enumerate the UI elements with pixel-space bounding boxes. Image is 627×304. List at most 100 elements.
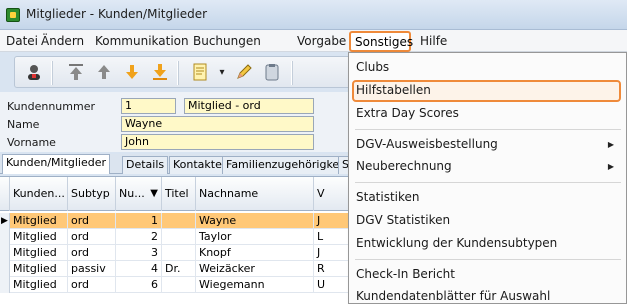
tab-familienzugehoerigkeit[interactable]: Familienzugehörigkeit [222, 156, 351, 174]
column-nummer-label: Nu... [119, 187, 145, 200]
row-selector [0, 277, 10, 293]
cell-vorname: J [314, 245, 350, 261]
cell-subtyp: ord [68, 213, 116, 229]
menu-item-extra-day-scores[interactable]: Extra Day Scores [349, 103, 626, 124]
cell-kundentyp: Mitglied [10, 213, 68, 229]
menu-item-kundendatenblaetter[interactable]: Kundendatenblätter für Auswahl [349, 286, 626, 304]
column-subtyp[interactable]: Subtyp [68, 177, 116, 211]
row-selector [0, 261, 10, 277]
menu-separator [355, 129, 621, 130]
menu-separator [355, 182, 621, 183]
chevron-down-icon[interactable]: ▾ [211, 62, 233, 84]
menu-sonstiges-label: Sonstiges [355, 35, 414, 49]
menu-item-check-in-bericht[interactable]: Check-In Bericht [349, 264, 626, 285]
menu-sonstiges[interactable]: Sonstiges [349, 31, 414, 52]
tab-bar: Kunden/Mitglieder Details Kontakte Famil… [0, 154, 355, 174]
row-header-corner [0, 177, 10, 211]
cell-nummer: 6 [116, 277, 162, 293]
cell-vorname: R [314, 261, 350, 277]
tab-kunden-mitglieder[interactable]: Kunden/Mitglieder [2, 154, 111, 174]
cell-nummer: 4 [116, 261, 162, 277]
menu-item-label: Extra Day Scores [356, 106, 459, 120]
menu-hilfe[interactable]: Hilfe [420, 34, 447, 48]
clipboard-icon[interactable] [261, 62, 283, 84]
cell-kundentyp: Mitglied [10, 245, 68, 261]
column-titel[interactable]: Titel [162, 177, 196, 211]
edit-pencil-icon[interactable] [233, 62, 255, 84]
menu-item-label: DGV Statistiken [356, 213, 451, 227]
cell-nachname: Taylor [196, 229, 314, 245]
move-first-icon[interactable] [65, 62, 87, 84]
tab-kontakte[interactable]: Kontakte [169, 156, 226, 174]
cell-kundentyp: Mitglied [10, 261, 68, 277]
cell-vorname: J [314, 213, 350, 229]
menu-kommunikation[interactable]: Kommunikation [95, 34, 189, 48]
cell-titel [162, 245, 196, 261]
menu-item-dgv-statistiken[interactable]: DGV Statistiken [349, 210, 626, 231]
cell-nummer: 1 [116, 213, 162, 229]
table-row[interactable]: Mitglied ord 3 Knopf J [0, 245, 350, 261]
menu-item-label: Statistiken [356, 190, 420, 204]
column-nachname[interactable]: Nachname [196, 177, 314, 211]
menu-bar: Datei Ändern Kommunikation Buchungen Vor… [0, 30, 627, 52]
members-table: Kunden... Subtyp Nu... ▼ Titel Nachname … [0, 176, 350, 304]
menu-vorgabe[interactable]: Vorgabe [297, 34, 346, 48]
cell-nachname: Weizäcker [196, 261, 314, 277]
table-row[interactable]: Mitglied passiv 4 Dr. Weizäcker R [0, 261, 350, 277]
menu-item-neuberechnung[interactable]: Neuberechnung ▶ [349, 156, 626, 177]
sort-descending-icon: ▼ [150, 188, 158, 199]
vorname-field[interactable]: John [121, 134, 314, 150]
table-row[interactable]: ▶ Mitglied ord 1 Wayne J [0, 213, 350, 229]
name-field[interactable]: Wayne [121, 116, 314, 132]
move-down-icon[interactable] [121, 62, 143, 84]
tab-details[interactable]: Details [122, 156, 169, 174]
menu-buchungen[interactable]: Buchungen [193, 34, 261, 48]
member-icon[interactable] [23, 62, 45, 84]
table-row[interactable]: Mitglied ord 6 Wiegemann U [0, 277, 350, 293]
table-header: Kunden... Subtyp Nu... ▼ Titel Nachname … [0, 177, 350, 211]
member-type-field[interactable]: Mitglied - ord [184, 98, 314, 114]
title-bar: Mitglieder - Kunden/Mitglieder [0, 0, 627, 30]
cell-subtyp: ord [68, 277, 116, 293]
column-nummer[interactable]: Nu... ▼ [116, 177, 162, 211]
document-icon[interactable] [189, 62, 211, 84]
cell-nummer: 3 [116, 245, 162, 261]
submenu-arrow-icon: ▶ [607, 162, 614, 171]
kundennummer-field[interactable]: 1 [121, 98, 176, 114]
menu-item-label: DGV-Ausweisbestellung [356, 137, 498, 151]
table-row[interactable]: Mitglied ord 2 Taylor L [0, 229, 350, 245]
menu-item-label: Check-In Bericht [356, 267, 455, 281]
cell-vorname: U [314, 277, 350, 293]
cell-titel: Dr. [162, 261, 196, 277]
menu-datei[interactable]: Datei [6, 34, 38, 48]
cell-kundentyp: Mitglied [10, 229, 68, 245]
cell-titel [162, 229, 196, 245]
cell-nachname: Wiegemann [196, 277, 314, 293]
row-selector [0, 229, 10, 245]
app-window: Mitglieder - Kunden/Mitglieder Datei Änd… [0, 0, 627, 304]
move-up-icon[interactable] [93, 62, 115, 84]
vorname-label: Vorname [7, 136, 56, 149]
cell-nummer: 2 [116, 229, 162, 245]
menu-item-entwicklung-kundensubtypen[interactable]: Entwicklung der Kundensubtypen [349, 233, 626, 254]
menu-item-clubs[interactable]: Clubs [349, 57, 626, 78]
cell-subtyp: ord [68, 229, 116, 245]
menu-item-label: Entwicklung der Kundensubtypen [356, 236, 558, 250]
row-selector-icon: ▶ [0, 213, 10, 229]
cell-subtyp: ord [68, 245, 116, 261]
customer-form: Kundennummer 1 Mitglied - ord Name Wayne… [0, 92, 350, 152]
menu-separator [355, 259, 621, 260]
menu-item-hilfstabellen[interactable]: Hilfstabellen [349, 80, 626, 101]
menu-item-label: Neuberechnung [356, 159, 452, 173]
cell-nachname: Wayne [196, 213, 314, 229]
move-last-icon[interactable] [149, 62, 171, 84]
column-vorname[interactable]: V [314, 177, 350, 211]
column-kundentyp[interactable]: Kunden... [10, 177, 68, 211]
toolbar: ▾ [14, 56, 354, 88]
menu-item-statistiken[interactable]: Statistiken [349, 187, 626, 208]
sonstiges-dropdown-menu: Clubs Hilfstabellen Extra Day Scores DGV… [348, 52, 627, 304]
menu-aendern[interactable]: Ändern [41, 34, 84, 48]
menu-item-dgv-ausweisbestellung[interactable]: DGV-Ausweisbestellung ▶ [349, 134, 626, 155]
submenu-arrow-icon: ▶ [607, 140, 614, 149]
app-icon [6, 8, 20, 22]
